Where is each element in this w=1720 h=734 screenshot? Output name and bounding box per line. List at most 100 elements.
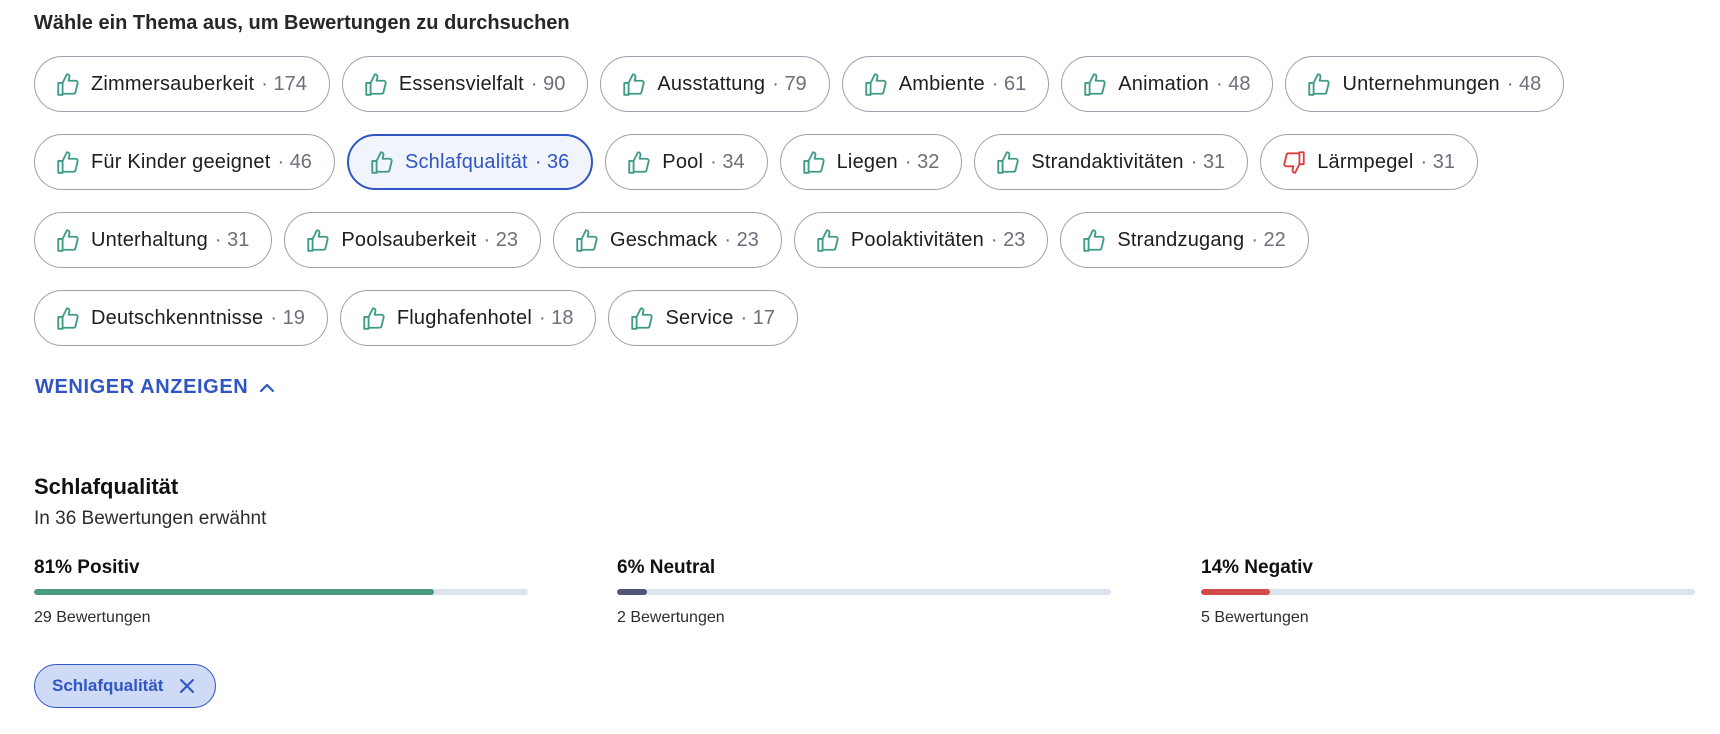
topic-chip[interactable]: Pool 34	[605, 134, 768, 190]
thumbs-up-icon	[55, 149, 81, 175]
topic-chip[interactable]: Liegen 32	[779, 134, 963, 190]
topic-chip[interactable]: Animation 48	[1061, 56, 1274, 112]
neutral-heading: 6% Neutral	[617, 557, 716, 578]
topic-chip-count: 46	[277, 151, 312, 174]
negative-heading: 14% Negativ	[1201, 557, 1313, 578]
topic-chip-label: Service	[665, 306, 734, 329]
topic-chip-row: Deutschkenntnisse 19 Flughafenhotel 18 Servi…	[34, 290, 1564, 346]
topic-chip-label: Strandaktivitäten	[1031, 150, 1184, 173]
positive-stat: 81% Positiv 29 Bewertungen	[34, 557, 528, 627]
topic-chip[interactable]: Poolaktivitäten 23	[793, 212, 1049, 268]
topic-chip-row: Unterhaltung 31 Poolsauberkeit 23 Geschmack 2…	[34, 212, 1564, 268]
thumbs-up-icon	[863, 71, 889, 97]
topic-chip[interactable]: Strandzugang 22	[1060, 212, 1309, 268]
topic-chip-count: 79	[772, 73, 806, 96]
topic-chip-count: 31	[1421, 151, 1455, 174]
topic-chip-count: 17	[741, 307, 775, 330]
thumbs-up-icon	[369, 149, 395, 175]
topic-chip-label: Pool	[662, 150, 704, 173]
topic-chip[interactable]: Lärmpegel 31	[1260, 134, 1478, 190]
topic-chip-row: Für Kinder geeignet 46 Schlafqualität 36 Poo…	[34, 134, 1564, 190]
topic-chip-count: 32	[905, 151, 939, 174]
topic-chip[interactable]: Geschmack 23	[552, 212, 782, 268]
topic-chip-count: 48	[1507, 73, 1541, 96]
thumbs-up-icon	[55, 71, 81, 97]
thumbs-down-icon	[1281, 149, 1307, 175]
show-less-button[interactable]: WENIGER ANZEIGEN	[35, 376, 276, 399]
thumbs-up-icon	[55, 305, 81, 331]
thumbs-up-icon	[305, 227, 331, 253]
topic-chip-count: 61	[992, 73, 1026, 96]
topic-chip[interactable]: Unternehmungen 48	[1285, 56, 1565, 112]
topic-chip-label: Essensvielfalt	[398, 72, 524, 95]
thumbs-up-icon	[363, 71, 389, 97]
topic-chip-label: Animation	[1118, 72, 1209, 95]
topic-chip-label: Lärmpegel	[1317, 150, 1414, 173]
topic-chip[interactable]: Ambiente 61	[841, 56, 1050, 112]
thumbs-up-icon	[361, 305, 387, 331]
topic-chip-label: Zimmersauberkeit	[91, 72, 255, 95]
topic-chip-count: 19	[270, 307, 305, 330]
positive-heading: 81% Positiv	[34, 557, 140, 578]
negative-stat: 14% Negativ 5 Bewertungen	[1201, 557, 1695, 627]
chevron-up-icon	[260, 383, 275, 392]
topic-title: Schlafqualität	[34, 474, 179, 499]
topic-chip[interactable]: Strandaktivitäten 31	[974, 134, 1249, 190]
topic-chip-label: Poolsauberkeit	[341, 228, 477, 251]
topic-chip-row: Zimmersauberkeit 174 Essensvielfalt 90 Ausst…	[34, 56, 1565, 112]
topic-chip[interactable]: Deutschkenntnisse 19	[34, 290, 328, 346]
thumbs-up-icon	[1082, 71, 1108, 97]
thumbs-up-icon	[995, 149, 1021, 175]
topic-chip[interactable]: Für Kinder geeignet 46	[34, 134, 335, 190]
topic-chip-count: 18	[539, 307, 573, 330]
topic-chip-count: 90	[531, 73, 565, 96]
thumbs-up-icon	[55, 227, 81, 253]
topic-chip-count: 34	[710, 151, 744, 174]
topic-chip[interactable]: Schlafqualität 36	[346, 134, 594, 190]
positive-bar-fill	[34, 589, 435, 595]
neutral-stat: 6% Neutral 2 Bewertungen	[617, 557, 1111, 627]
topic-chip-count: 22	[1251, 229, 1286, 252]
topic-chip[interactable]: Essensvielfalt 90	[341, 56, 589, 112]
negative-bar-fill	[1201, 589, 1271, 595]
thumbs-up-icon	[1081, 227, 1107, 253]
topic-chip-label: Für Kinder geeignet	[91, 150, 271, 173]
topic-chip-label: Geschmack	[609, 228, 718, 251]
topic-chip[interactable]: Zimmersauberkeit 174	[34, 56, 330, 112]
negative-review-count: 5 Bewertungen	[1201, 609, 1309, 626]
positive-bar	[34, 589, 528, 595]
active-filter-tag: Schlafqualität	[34, 664, 217, 708]
active-filter-label: Schlafqualität	[52, 676, 164, 695]
topic-chip-label: Deutschkenntnisse	[91, 306, 264, 329]
topic-chip-count: 23	[724, 229, 759, 252]
topic-chip-label: Ausstattung	[657, 72, 766, 95]
topic-chip-count: 36	[535, 151, 569, 174]
topic-chip-label: Unterhaltung	[91, 228, 208, 251]
neutral-bar	[617, 589, 1111, 595]
topic-filter-panel: Wähle ein Thema aus, um Bewertungen zu d…	[0, 0, 1720, 734]
topic-chip-label: Poolaktivitäten	[850, 228, 984, 251]
topic-chip-label: Unternehmungen	[1342, 72, 1500, 95]
topic-chip-count: 48	[1216, 73, 1250, 96]
topic-chip-list: Zimmersauberkeit 174 Essensvielfalt 90 Ausst…	[34, 56, 1565, 368]
neutral-review-count: 2 Bewertungen	[617, 609, 725, 626]
show-less-label: WENIGER ANZEIGEN	[35, 376, 249, 398]
topic-chip[interactable]: Ausstattung 79	[600, 56, 830, 112]
negative-bar	[1201, 589, 1695, 595]
close-icon[interactable]	[179, 678, 195, 694]
topic-prompt: Wähle ein Thema aus, um Bewertungen zu d…	[34, 12, 570, 34]
topic-chip-count: 23	[991, 229, 1025, 252]
topic-chip-label: Strandzugang	[1117, 228, 1245, 251]
topic-chip-label: Flughafenhotel	[396, 306, 532, 329]
topic-chip[interactable]: Unterhaltung 31	[34, 212, 273, 268]
neutral-bar-fill	[617, 589, 647, 595]
topic-chip-count: 31	[215, 229, 249, 252]
topic-chip-label: Ambiente	[898, 72, 985, 95]
topic-chip[interactable]: Service 17	[608, 290, 799, 346]
thumbs-up-icon	[621, 71, 647, 97]
topic-chip-count: 23	[484, 229, 518, 252]
topic-chip[interactable]: Flughafenhotel 18	[339, 290, 597, 346]
topic-chip-label: Schlafqualität	[404, 150, 528, 173]
topic-chip[interactable]: Poolsauberkeit 23	[284, 212, 541, 268]
thumbs-up-icon	[815, 227, 841, 253]
